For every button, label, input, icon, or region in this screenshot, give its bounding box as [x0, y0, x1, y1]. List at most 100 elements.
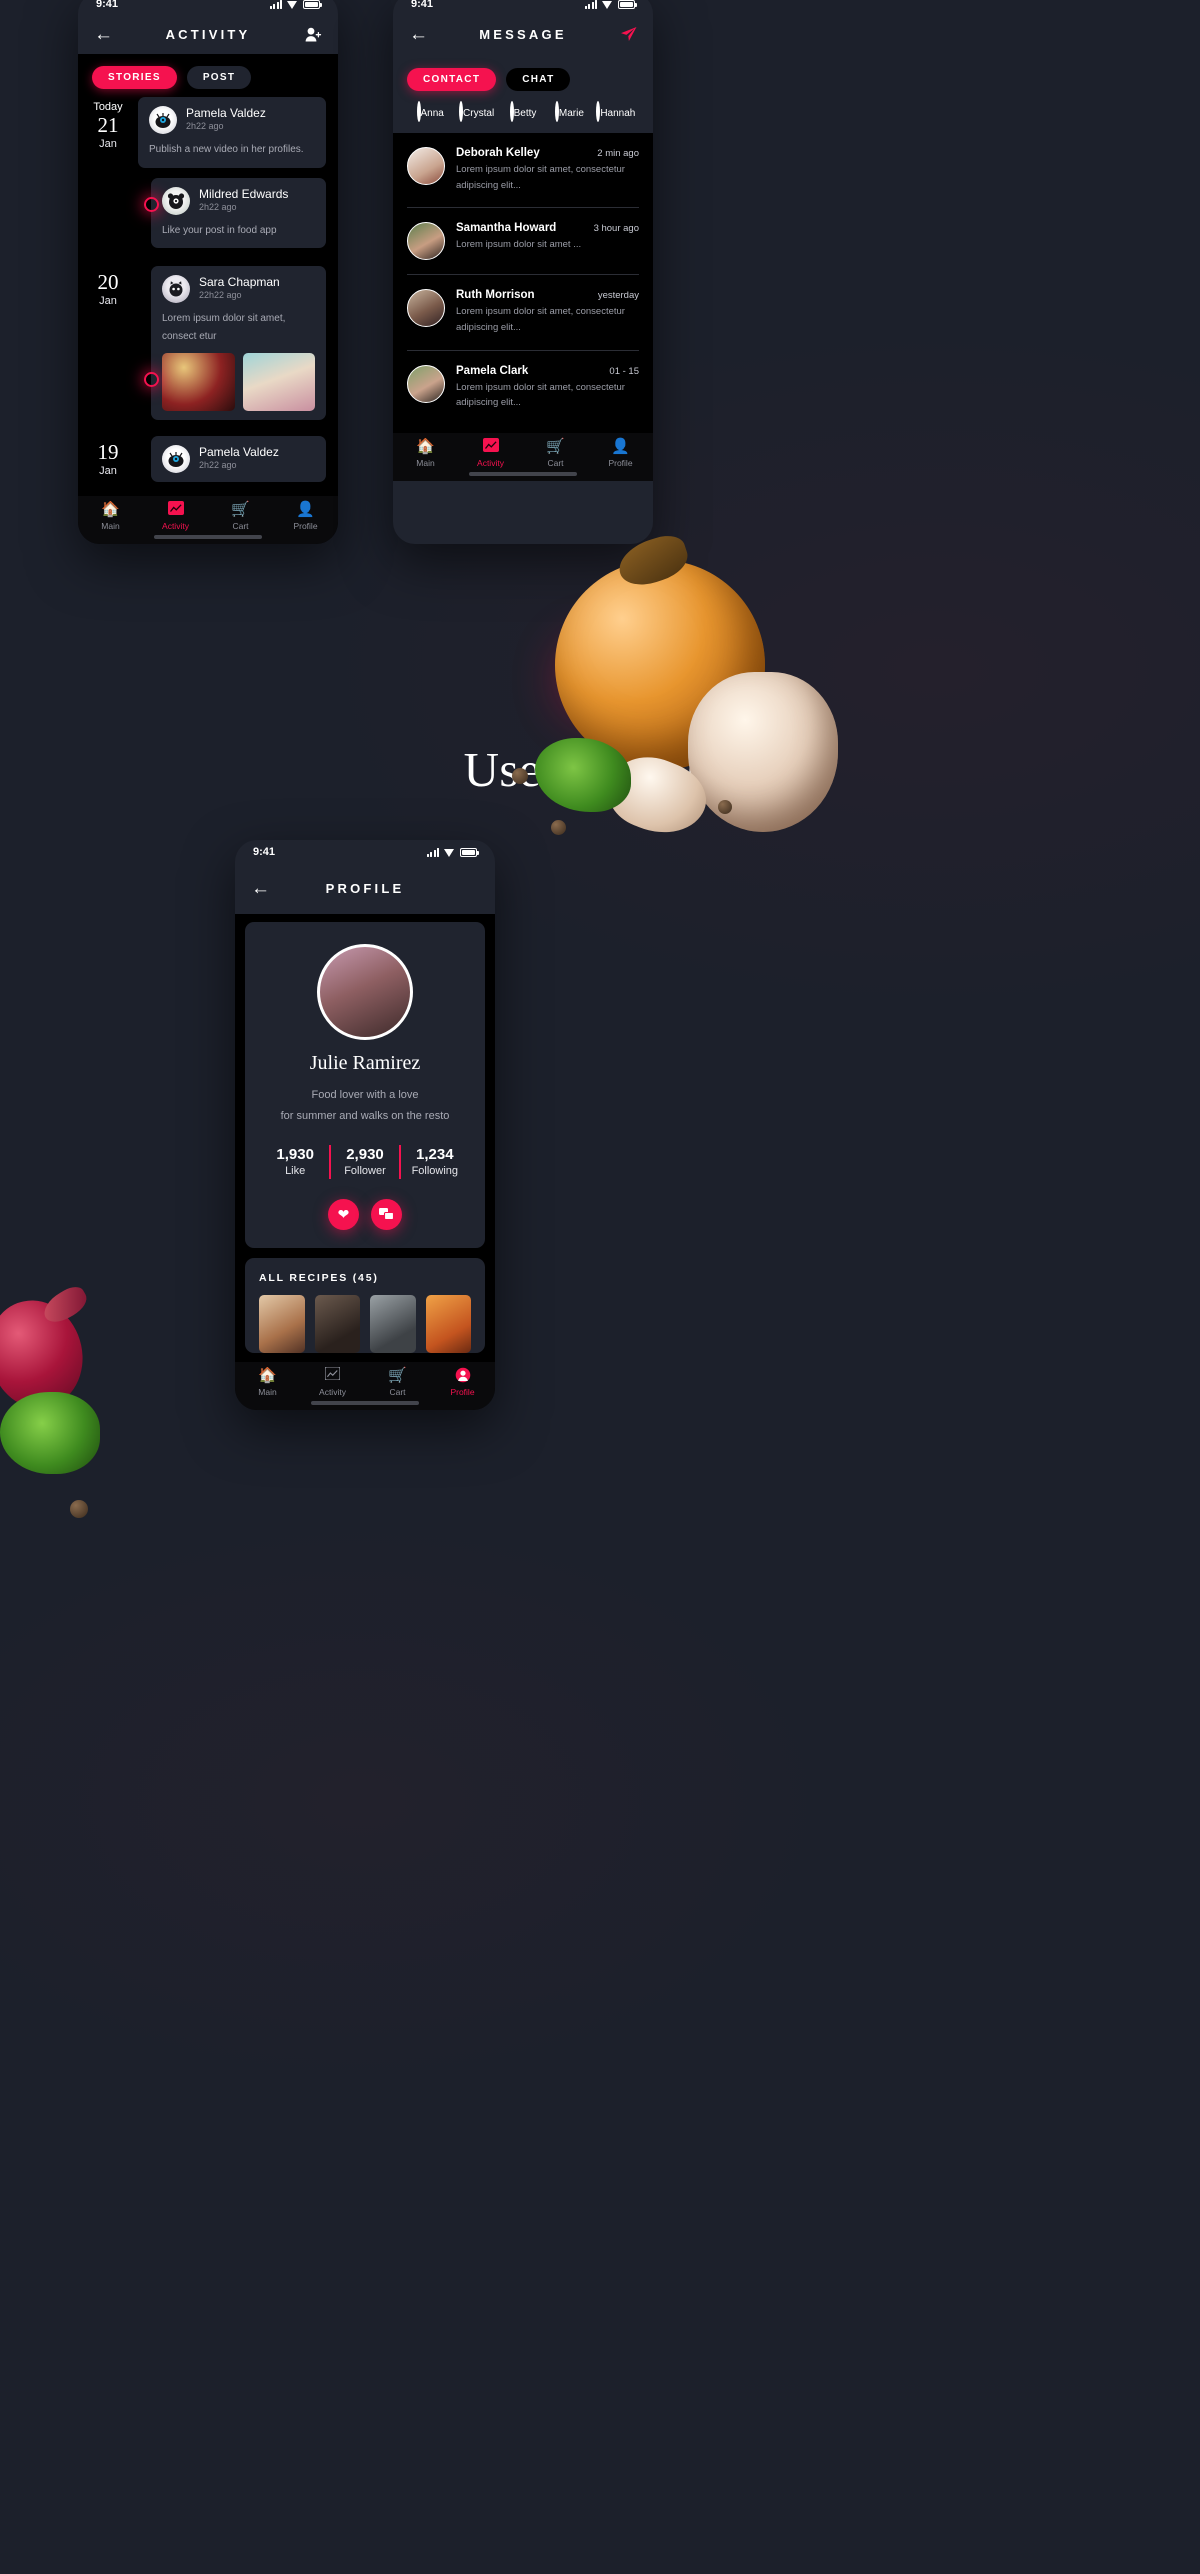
battery-icon — [303, 0, 322, 9]
tab-stories[interactable]: STORIES — [92, 66, 177, 89]
nav-item-activity[interactable]: Activity — [143, 501, 208, 531]
tab-post[interactable]: POST — [186, 66, 252, 89]
recipe-pan-photo[interactable] — [370, 1294, 416, 1353]
profile-name: Julie Ramirez — [309, 1052, 421, 1074]
activity-card[interactable]: Pamela Valdez 2h22 ago — [151, 436, 326, 482]
date-column: 19 Jan — [78, 436, 138, 492]
back-arrow-icon[interactable]: ← — [251, 879, 273, 898]
activity-card[interactable]: Sara Chapman 22h22 ago Lorem ipsum dolor… — [151, 266, 326, 420]
nav-item-main[interactable]: 🏠 Main — [393, 438, 458, 468]
avatar — [407, 147, 445, 185]
nav-item-main[interactable]: 🏠 Main — [78, 501, 143, 531]
activity-group: Today 21 Jan Pamela Valdez 2h22 ago Publ… — [78, 97, 326, 258]
tab-contact[interactable]: CONTACT — [407, 68, 497, 91]
activity-name: Mildred Edwards — [199, 186, 289, 201]
chart-icon — [300, 1366, 365, 1384]
message-row[interactable]: Pamela Clark 01 - 15 Lorem ipsum dolor s… — [407, 351, 639, 425]
message-preview: Lorem ipsum dolor sit amet, consectetur … — [456, 164, 625, 191]
day-number: 20 — [97, 270, 119, 294]
recipe-dark-photo[interactable] — [314, 1294, 360, 1353]
stat-value: 1,930 — [276, 1146, 314, 1164]
page-title: PROFILE — [325, 880, 405, 896]
contact-item[interactable]: Betty — [500, 101, 546, 122]
profile-phone: 9:41 ← PROFILE Julie Ramirez Food lover … — [235, 840, 495, 1410]
hero-title: User Account — [463, 742, 737, 797]
timeline-dot — [144, 197, 159, 212]
nav-item-cart[interactable]: 🛒 Cart — [208, 501, 273, 531]
message-row[interactable]: Samantha Howard 3 hour ago Lorem ipsum d… — [407, 208, 639, 276]
contact-item[interactable]: Marie — [546, 101, 592, 122]
battery-icon — [618, 0, 637, 9]
nav-label: Main — [101, 521, 120, 531]
month-label: Jan — [99, 465, 117, 478]
home-indicator — [311, 1401, 419, 1405]
user-photo-avatar[interactable] — [317, 944, 413, 1040]
nav-item-main[interactable]: 🏠 Main — [235, 1367, 300, 1397]
back-arrow-icon[interactable]: ← — [409, 25, 431, 44]
recipe-carrot-photo[interactable] — [425, 1294, 471, 1353]
timeline-dot — [144, 372, 159, 387]
chart-icon — [143, 501, 208, 518]
stat-following[interactable]: 1,234 Following — [401, 1146, 469, 1177]
activity-text: Lorem ipsum dolor sit amet, consect etur — [162, 313, 286, 342]
nav-item-cart[interactable]: 🛒 Cart — [365, 1367, 430, 1397]
heart-icon[interactable]: ❤ — [328, 1198, 359, 1230]
contact-item[interactable]: Crystal — [453, 101, 499, 122]
wine-glass-photo[interactable] — [162, 353, 235, 411]
recipe-bread-photo[interactable] — [259, 1294, 305, 1353]
recipes-card: ALL RECIPES (45) — [245, 1257, 485, 1353]
nav-item-activity[interactable]: Activity — [458, 438, 523, 468]
home-indicator — [469, 472, 577, 476]
month-label: Jan — [99, 295, 117, 308]
signal-icon — [426, 847, 439, 857]
nav-item-profile[interactable]: 👤 Profile — [588, 438, 653, 468]
message-sender: Pamela Clark — [456, 364, 529, 377]
nav-item-profile[interactable]: 👤 Profile — [273, 501, 338, 531]
nav-item-cart[interactable]: 🛒 Cart — [523, 438, 588, 468]
activity-card[interactable]: Pamela Valdez 2h22 ago Publish a new vid… — [138, 97, 326, 168]
nav-item-activity[interactable]: Activity — [300, 1366, 365, 1397]
month-label: Jan — [99, 138, 117, 151]
message-row[interactable]: Ruth Morrison yesterday Lorem ipsum dolo… — [407, 275, 639, 351]
add-user-icon[interactable] — [300, 27, 322, 42]
contact-item[interactable]: Hannah — [593, 101, 639, 122]
send-paper-plane-icon[interactable] — [615, 26, 637, 42]
status-time: 9:41 — [96, 0, 119, 10]
bio-line-1: Food lover with a love — [311, 1089, 419, 1101]
message-preview: Lorem ipsum dolor sit amet, consectetur … — [456, 306, 625, 334]
back-arrow-icon[interactable]: ← — [94, 25, 116, 44]
activity-tabs: STORIES POST — [78, 54, 338, 97]
message-row[interactable]: Deborah Kelley 2 min ago Lorem ipsum dol… — [407, 133, 639, 209]
signal-icon — [584, 0, 597, 9]
contact-name: Betty — [513, 108, 537, 119]
activity-text: Publish a new video in her profiles. — [149, 144, 304, 155]
recipes-grid — [259, 1294, 471, 1353]
nav-label: Activity — [319, 1387, 346, 1397]
stat-label: Following — [411, 1165, 459, 1178]
home-indicator — [154, 535, 262, 539]
activity-header: ← ACTIVITY — [78, 14, 338, 54]
home-icon: 🏠 — [101, 501, 120, 518]
peppercorn-photo — [70, 1500, 88, 1518]
tab-chat[interactable]: CHAT — [506, 68, 571, 91]
stat-follower[interactable]: 2,930 Follower — [331, 1146, 399, 1177]
avatar — [407, 289, 445, 328]
activity-time: 2h22 ago — [186, 121, 224, 131]
nav-label: Profile — [293, 521, 318, 531]
contacts-row: Anna Crystal Betty Marie Hannah — [393, 97, 653, 133]
activity-group: 20 Jan Sara Chapman 22h22 ago Lorem ipsu… — [78, 266, 326, 430]
message-list: Deborah Kelley 2 min ago Lorem ipsum dol… — [393, 133, 653, 425]
nav-label: Cart — [232, 521, 249, 531]
message-sender: Deborah Kelley — [456, 147, 540, 159]
person-icon: 👤 — [611, 438, 630, 455]
avatar — [407, 364, 445, 403]
activity-card[interactable]: Mildred Edwards 2h22 ago Like your post … — [151, 177, 326, 248]
contact-item[interactable]: Anna — [407, 101, 453, 122]
nav-item-profile[interactable]: Profile — [430, 1367, 495, 1397]
status-time: 9:41 — [253, 846, 276, 858]
wifi-icon — [444, 848, 455, 857]
chat-bubbles-icon[interactable] — [371, 1198, 402, 1230]
activity-text: Like your post in food app — [162, 224, 277, 236]
phone-food-photo[interactable] — [242, 353, 315, 411]
stat-like[interactable]: 1,930 Like — [261, 1146, 329, 1177]
